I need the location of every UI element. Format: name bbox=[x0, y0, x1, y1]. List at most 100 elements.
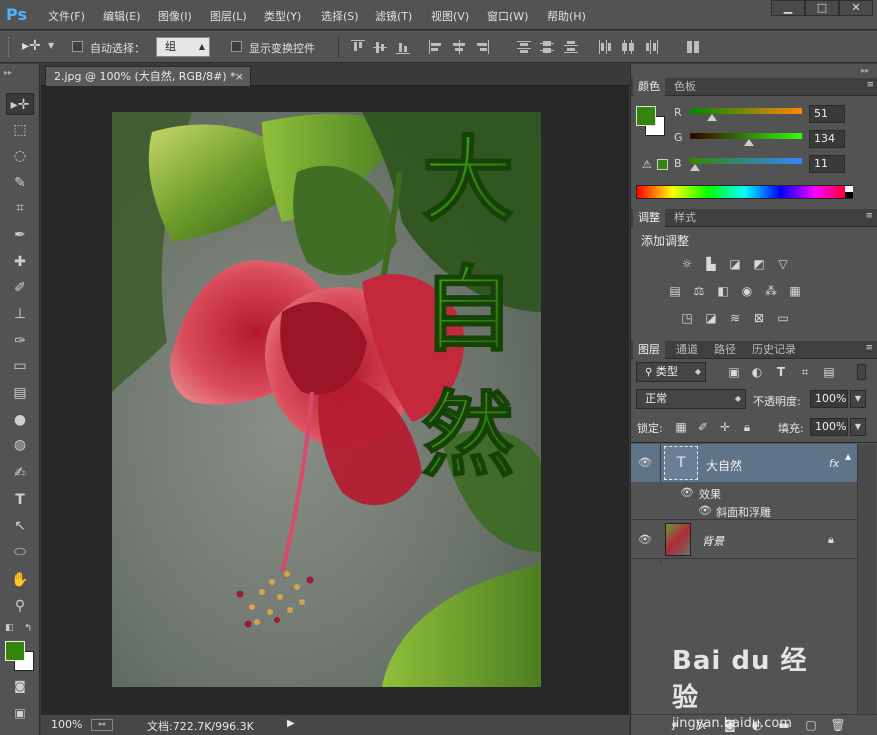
collapse-panels-icon[interactable]: ▸▸ bbox=[861, 66, 869, 75]
maximize-button[interactable]: □ bbox=[805, 0, 839, 16]
filter-type-icon[interactable]: T bbox=[773, 364, 789, 380]
r-slider-thumb[interactable] bbox=[707, 114, 718, 121]
distribute-vcenter-icon[interactable] bbox=[540, 40, 554, 54]
gamut-warning-icon[interactable]: ⚠ bbox=[642, 158, 652, 171]
menu-edit[interactable]: 编辑(E) bbox=[103, 8, 141, 24]
color-balance-icon[interactable]: ⚖ bbox=[691, 283, 707, 299]
gamut-swatch[interactable] bbox=[657, 159, 668, 170]
lock-position-icon[interactable]: ✛ bbox=[717, 419, 733, 435]
color-lookup-icon[interactable]: ▦ bbox=[787, 283, 803, 299]
tab-swatches[interactable]: 色板 bbox=[669, 78, 701, 96]
align-right-icon[interactable] bbox=[475, 40, 489, 54]
move-tool-icon[interactable]: ▸✛ bbox=[6, 93, 34, 115]
path-select-tool-icon[interactable]: ↖ bbox=[6, 515, 34, 537]
opacity-chevron-icon[interactable]: ▼ bbox=[850, 390, 866, 408]
color-spectrum-bar[interactable] bbox=[636, 185, 853, 199]
clone-stamp-tool-icon[interactable]: ⊥ bbox=[6, 303, 34, 325]
eraser-tool-icon[interactable]: ▭ bbox=[6, 355, 34, 377]
zoom-tool-icon[interactable]: ⚲ bbox=[6, 595, 34, 617]
layer-fx-badge[interactable]: fx bbox=[829, 457, 839, 470]
menu-file[interactable]: 文件(F) bbox=[48, 8, 85, 24]
layer-filter-dropdown[interactable]: ⚲ 类型 ◆ bbox=[636, 362, 706, 382]
menu-layer[interactable]: 图层(L) bbox=[210, 8, 247, 24]
menu-filter[interactable]: 滤镜(T) bbox=[375, 8, 412, 24]
expand-effects-icon[interactable]: ▲ bbox=[845, 452, 851, 461]
pen-tool-icon[interactable]: ✍ bbox=[6, 462, 34, 484]
align-hcenter-icon[interactable] bbox=[452, 40, 466, 54]
collapse-icon[interactable]: ▸▸ bbox=[4, 68, 12, 77]
align-bottom-icon[interactable] bbox=[396, 40, 410, 54]
distribute-right-icon[interactable] bbox=[645, 40, 659, 54]
distribute-left-icon[interactable] bbox=[598, 40, 612, 54]
menu-window[interactable]: 窗口(W) bbox=[487, 8, 528, 24]
filter-shape-icon[interactable]: ⌗ bbox=[797, 364, 813, 380]
filter-smart-object-icon[interactable]: ▤ bbox=[821, 364, 837, 380]
type-tool-icon[interactable]: T bbox=[6, 489, 34, 511]
invert-icon[interactable]: ◳ bbox=[679, 310, 695, 326]
close-tab-icon[interactable]: × bbox=[235, 67, 244, 87]
lock-transparent-icon[interactable]: ▦ bbox=[673, 419, 689, 435]
eyedropper-tool-icon[interactable]: ✒ bbox=[6, 224, 34, 246]
blend-mode-dropdown[interactable]: 正常 ◆ bbox=[636, 389, 746, 409]
blur-tool-icon[interactable]: ● bbox=[6, 409, 34, 431]
bevel-visibility-eye-icon[interactable]: 👁︎ bbox=[698, 504, 712, 518]
hand-tool-icon[interactable]: ✋ bbox=[6, 569, 34, 591]
lock-image-icon[interactable]: ✐ bbox=[695, 419, 711, 435]
filter-toggle[interactable] bbox=[857, 364, 866, 380]
g-value-field[interactable]: 134 bbox=[809, 130, 845, 148]
screen-mode-icon[interactable]: ▣ bbox=[6, 702, 34, 724]
distribute-top-icon[interactable] bbox=[517, 40, 531, 54]
default-colors-icon[interactable]: ◧ bbox=[5, 623, 14, 633]
gradient-map-icon[interactable]: ⊠ bbox=[751, 310, 767, 326]
menu-image[interactable]: 图像(I) bbox=[158, 8, 192, 24]
tab-paths[interactable]: 路径 bbox=[709, 341, 741, 359]
tab-adjustments[interactable]: 调整 bbox=[633, 209, 665, 227]
show-transform-checkbox[interactable] bbox=[231, 41, 242, 52]
threshold-icon[interactable]: ≋ bbox=[727, 310, 743, 326]
panel-foreground-swatch[interactable] bbox=[636, 106, 656, 126]
marquee-tool-icon[interactable]: ⬚ bbox=[6, 119, 34, 141]
align-vcenter-icon[interactable] bbox=[373, 40, 387, 54]
crop-tool-icon[interactable]: ⌗ bbox=[6, 197, 34, 219]
channel-mixer-icon[interactable]: ⁂ bbox=[763, 283, 779, 299]
spectrum-black[interactable] bbox=[845, 192, 853, 198]
menu-view[interactable]: 视图(V) bbox=[431, 8, 469, 24]
history-brush-tool-icon[interactable]: ✑ bbox=[6, 330, 34, 352]
status-menu-arrow-icon[interactable]: ▶ bbox=[287, 718, 295, 729]
visibility-eye-icon[interactable]: 👁︎ bbox=[638, 456, 652, 470]
distribute-bottom-icon[interactable] bbox=[564, 40, 578, 54]
menu-select[interactable]: 选择(S) bbox=[321, 8, 359, 24]
posterize-icon[interactable]: ◪ bbox=[703, 310, 719, 326]
close-button[interactable]: ✕ bbox=[839, 0, 873, 16]
g-slider-thumb[interactable] bbox=[743, 139, 754, 146]
align-top-icon[interactable] bbox=[351, 40, 365, 54]
auto-select-checkbox[interactable] bbox=[72, 41, 83, 52]
fill-field[interactable]: 100% bbox=[810, 418, 848, 436]
dodge-tool-icon[interactable]: ◍ bbox=[6, 434, 34, 456]
layer-name-background[interactable]: 背景 bbox=[702, 533, 724, 549]
tab-channels[interactable]: 通道 bbox=[671, 341, 703, 359]
tab-layers[interactable]: 图层 bbox=[633, 341, 665, 359]
bevel-emboss-label[interactable]: 斜面和浮雕 bbox=[716, 504, 771, 520]
filter-pixel-icon[interactable]: ▣ bbox=[726, 364, 742, 380]
panel-menu-icon[interactable]: ≡ bbox=[866, 80, 874, 90]
opacity-field[interactable]: 100% bbox=[810, 390, 848, 408]
distribute-hcenter-icon[interactable] bbox=[621, 40, 635, 54]
curves-icon[interactable]: ◪ bbox=[727, 256, 743, 272]
black-white-icon[interactable]: ◧ bbox=[715, 283, 731, 299]
auto-align-icon[interactable] bbox=[686, 40, 700, 54]
healing-brush-tool-icon[interactable]: ✚ bbox=[6, 251, 34, 273]
swap-colors-icon[interactable]: ↰ bbox=[24, 623, 32, 634]
tab-styles[interactable]: 样式 bbox=[669, 209, 701, 227]
quick-mask-icon[interactable]: ◙ bbox=[6, 675, 34, 697]
hue-saturation-icon[interactable]: ▤ bbox=[667, 283, 683, 299]
selective-color-icon[interactable]: ▭ bbox=[775, 310, 791, 326]
document-tab[interactable]: 2.jpg @ 100% (大自然, RGB/8#) * × bbox=[45, 66, 251, 86]
panel-menu-icon[interactable]: ≡ bbox=[865, 343, 873, 353]
menu-type[interactable]: 类型(Y) bbox=[264, 8, 301, 24]
layer-name-text[interactable]: 大自然 bbox=[706, 457, 742, 474]
ellipse-tool-icon[interactable]: ⬭ bbox=[6, 541, 34, 563]
b-slider-thumb[interactable] bbox=[689, 164, 700, 171]
b-slider[interactable] bbox=[690, 158, 802, 164]
visibility-eye-icon[interactable]: 👁︎ bbox=[638, 533, 652, 547]
